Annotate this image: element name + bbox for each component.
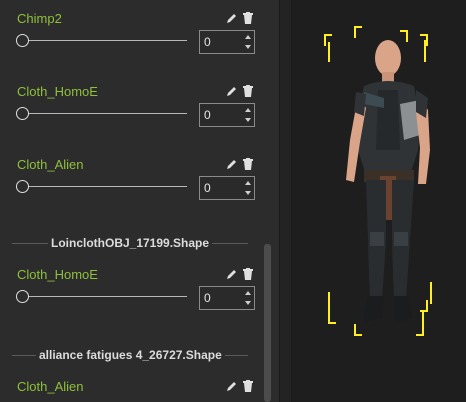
spin-down-icon[interactable] (242, 115, 254, 125)
spin-down-icon[interactable] (242, 188, 254, 198)
slider-thumb[interactable] (16, 180, 29, 193)
character-figure[interactable] (292, 0, 466, 402)
slider-thumb[interactable] (16, 107, 29, 120)
morph-name: Cloth_HomoE (17, 267, 98, 282)
spin-up-icon[interactable] (242, 105, 254, 115)
value-spinbox[interactable]: 0 (199, 286, 255, 310)
pencil-icon[interactable] (226, 380, 238, 392)
trash-icon[interactable] (243, 268, 253, 280)
morph-name: Cloth_Alien (17, 379, 84, 394)
value-spinbox[interactable]: 0 (199, 30, 255, 54)
value-field[interactable]: 0 (204, 291, 211, 305)
value-spinbox[interactable]: 0 (199, 103, 255, 127)
section-header: alliance fatigues 4_26727.Shape (12, 348, 248, 364)
spin-up-icon[interactable] (242, 288, 254, 298)
slider-thumb[interactable] (16, 290, 29, 303)
morph-panel: Chimp2 0 Cloth_HomoE 0 Cloth_Alien 0 Loi… (0, 0, 279, 402)
trash-icon[interactable] (243, 158, 253, 170)
morph-name: Cloth_Alien (17, 157, 84, 172)
slider-track[interactable] (22, 113, 187, 114)
spin-up-icon[interactable] (242, 32, 254, 42)
value-field[interactable]: 0 (204, 35, 211, 49)
slider-thumb[interactable] (16, 34, 29, 47)
3d-viewport[interactable] (292, 0, 466, 402)
spin-down-icon[interactable] (242, 42, 254, 52)
pencil-icon[interactable] (226, 12, 238, 24)
section-title: LoinclothOBJ_17199.Shape (48, 236, 213, 250)
trash-icon[interactable] (243, 380, 253, 392)
trash-icon[interactable] (243, 12, 253, 24)
value-spinbox[interactable]: 0 (199, 176, 255, 200)
section-title: alliance fatigues 4_26727.Shape (36, 348, 225, 362)
panel-splitter[interactable] (279, 0, 292, 402)
spin-down-icon[interactable] (242, 298, 254, 308)
morph-name: Chimp2 (17, 11, 62, 26)
trash-icon[interactable] (243, 85, 253, 97)
slider-track[interactable] (22, 186, 187, 187)
scrollbar-thumb[interactable] (264, 244, 271, 402)
section-header: LoinclothOBJ_17199.Shape (12, 236, 248, 252)
morph-name: Cloth_HomoE (17, 84, 98, 99)
slider-track[interactable] (22, 296, 187, 297)
spin-up-icon[interactable] (242, 178, 254, 188)
pencil-icon[interactable] (226, 158, 238, 170)
pencil-icon[interactable] (226, 268, 238, 280)
value-field[interactable]: 0 (204, 181, 211, 195)
pencil-icon[interactable] (226, 85, 238, 97)
slider-track[interactable] (22, 40, 187, 41)
value-field[interactable]: 0 (204, 108, 211, 122)
